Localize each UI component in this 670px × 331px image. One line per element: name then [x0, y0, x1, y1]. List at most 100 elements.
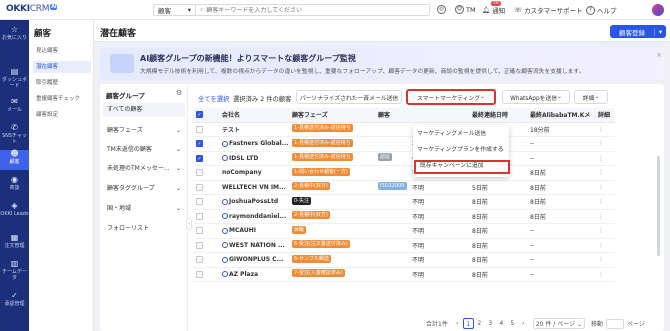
row-menu-icon[interactable]: ⋮ [595, 223, 615, 239]
col-company[interactable]: 会社名 [219, 108, 289, 123]
company-name[interactable]: WEST NATION ... [219, 238, 289, 253]
row-checkbox[interactable] [196, 198, 203, 206]
row-checkbox[interactable] [196, 241, 203, 249]
search-box[interactable]: ⌕ [195, 4, 430, 16]
table-row[interactable]: JoshuaPossLtd 0-失注 不明 8日前 8日前 ⋮ [193, 194, 615, 210]
table-row[interactable]: MCAUHI 休眠 不明 8日前 -- ⋮ [193, 223, 615, 239]
table-row[interactable]: raymonddaniel... 2-見積中(双方) 不明 8日前 8日前 ⋮ [193, 209, 615, 224]
row-checkbox[interactable] [196, 256, 203, 264]
personalized-mail-button[interactable]: パーソナライズされた一斉メール送信 [296, 90, 402, 104]
sidebar-item-prospects[interactable]: 見込顧客 [33, 45, 91, 57]
support-button[interactable]: ☏ カスタマーサポート [514, 5, 583, 15]
row-menu-icon[interactable]: ⋮ [595, 252, 615, 268]
table-row[interactable]: WELLTECH VN IM... 2-見積中(双方) ISO22000 不明 5日前 8… [193, 180, 615, 195]
row-checkbox[interactable] [196, 227, 203, 235]
company-name[interactable]: GIWONPLUS C... [219, 252, 289, 268]
group-tm-unprocessed[interactable]: 未処理のTMメッセー... ⌄ [103, 162, 185, 176]
prev-page-button[interactable]: ‹ [452, 318, 463, 329]
row-checkbox-cell[interactable] [193, 238, 219, 253]
nav-mail[interactable]: ✉ メール [0, 98, 29, 118]
group-follow[interactable]: フォローリスト [103, 222, 185, 236]
row-checkbox-cell[interactable] [193, 122, 219, 137]
nav-team-data[interactable]: ▥ チームデータ [0, 260, 29, 286]
col-detail[interactable]: 詳細 [595, 108, 615, 123]
menu-item-create-plan[interactable]: マーケティングプランを作成する [413, 144, 509, 157]
select-all-checkbox[interactable]: ✓ [196, 111, 203, 119]
menu-item-add-campaign[interactable]: 既存キャンペーンに追加 [414, 160, 510, 174]
page-3[interactable]: 3 [485, 318, 496, 329]
page-5[interactable]: 5 [507, 318, 518, 329]
row-checkbox-cell[interactable]: ✓ [193, 151, 219, 166]
table-row[interactable]: WEST NATION ... 6-受注(注文書送付済み) 不明 8日前 -- ⋮ [193, 238, 615, 253]
detail-button[interactable]: 詳細 ⌄ [574, 90, 608, 104]
gear-icon[interactable]: ⚙ [176, 89, 182, 97]
row-menu-icon[interactable]: ⋮ [595, 180, 615, 195]
chevron-down-icon[interactable]: ▾ [654, 27, 666, 36]
table-row[interactable]: GIWONPLUS C... 5-サンプル郵送 不明 8日前 -- ⋮ [193, 252, 615, 268]
row-checkbox[interactable] [196, 270, 203, 278]
company-name[interactable]: noCompany [219, 165, 289, 181]
row-checkbox-cell[interactable] [193, 209, 219, 224]
col-last-contact[interactable]: 最終連絡日時 [469, 108, 527, 123]
close-icon[interactable]: × [656, 51, 662, 59]
register-customer-button[interactable]: 顧客登録 ▾ [610, 25, 666, 38]
smart-marketing-button[interactable]: スマートマーケティング ⌄ [406, 89, 496, 105]
sidebar-item-settings[interactable]: 顧客設定 [33, 109, 91, 121]
nav-dashboard[interactable]: ▤ ダッシュボード [0, 68, 29, 90]
group-all[interactable]: すべての顧客 [103, 103, 185, 117]
nav-favorites[interactable]: ☆ お気に入り [0, 26, 29, 48]
nav-okki-leads[interactable]: ◈ OKKI Leads [0, 202, 29, 228]
company-name[interactable]: JoshuaPossLtd [219, 194, 289, 210]
company-name[interactable]: MCAUHI [219, 223, 289, 239]
table-scrollbar[interactable] [657, 156, 660, 256]
whatsapp-button[interactable]: WhatsAppを送信 ⌄ [502, 90, 570, 104]
goto-input[interactable] [606, 318, 625, 329]
next-page-button[interactable]: › [518, 318, 529, 329]
table-row[interactable]: テスト1-見積送付済み-返信待ち18分前18分前⋮ [193, 122, 615, 137]
company-name[interactable]: テスト [219, 122, 289, 137]
row-menu-icon[interactable]: ⋮ [595, 267, 615, 282]
search-input[interactable] [206, 6, 407, 14]
company-name[interactable]: raymonddaniel... [219, 209, 289, 224]
tm-button[interactable]: ☺ TM [455, 5, 476, 14]
menu-item-send-mail[interactable]: マーケティングメール送信 [413, 128, 509, 141]
row-checkbox[interactable]: ✓ [196, 140, 203, 148]
row-menu-icon[interactable]: ⋮ [595, 209, 615, 224]
logo[interactable]: OKKICRM AI [6, 4, 58, 14]
col-alibaba[interactable]: 最終AlibabaTM.Kメ [527, 108, 595, 123]
search-scope-select[interactable]: 顧客 ▾ [153, 4, 195, 16]
row-menu-icon[interactable]: ⋮ [595, 238, 615, 253]
per-page-select[interactable]: 20 件 / ページ ⌄ [532, 318, 586, 329]
row-checkbox-cell[interactable]: ✓ [193, 136, 219, 152]
nav-sns-chat[interactable]: ✆ SNSチャット [0, 124, 29, 146]
help-button[interactable]: ? ヘルプ [586, 5, 617, 15]
nav-order[interactable]: ▦ 注文管理 [0, 234, 29, 256]
row-checkbox-cell[interactable] [193, 165, 219, 181]
nav-deal[interactable]: ◉ 商談 [0, 176, 29, 196]
row-checkbox-cell[interactable] [193, 180, 219, 195]
row-checkbox[interactable]: ✓ [196, 154, 203, 162]
sidebar-item-duplicates[interactable]: 重複顧客チェック [33, 93, 91, 105]
col-phase[interactable]: 顧客フェーズ [289, 108, 375, 123]
company-name[interactable]: AZ Plaza [219, 267, 289, 282]
row-menu-icon[interactable]: ⋮ [595, 151, 615, 166]
group-tag[interactable]: 顧客タググループ ⌄ [103, 182, 185, 196]
company-name[interactable]: Fastners Global... [219, 136, 289, 152]
nav-approval[interactable]: ✓ 承認管理 [0, 292, 29, 314]
group-country[interactable]: 国・地域 ⌄ [103, 202, 185, 216]
table-row[interactable]: ✓Fastners Global...1-見積送付済み-返信待ち不明1日前--⋮ [193, 136, 615, 152]
table-row[interactable]: AZ Plaza 7-受注(入金確認済み) 不明 8日前 -- ⋮ [193, 267, 615, 282]
col-customer[interactable]: 顧客 [375, 108, 409, 123]
row-checkbox-cell[interactable] [193, 252, 219, 268]
row-menu-icon[interactable]: ⋮ [595, 136, 615, 152]
select-all-link[interactable]: 全てを選択 [198, 92, 229, 104]
row-menu-icon[interactable]: ⋮ [595, 165, 615, 181]
collapse-handle[interactable]: ‹ [186, 218, 192, 230]
company-name[interactable]: IDSL LTD [219, 151, 289, 166]
row-checkbox-cell[interactable] [193, 267, 219, 282]
group-phase[interactable]: 顧客フェーズ ⌄ [103, 124, 185, 138]
table-row[interactable]: noCompany1-問い合わせ顧客(一方)不明3日前8日前⋮ [193, 165, 615, 181]
row-checkbox[interactable] [196, 125, 203, 133]
row-menu-icon[interactable]: ⋮ [595, 194, 615, 210]
group-tm-unreplied[interactable]: TM未返信の顧客 ⌄ [103, 143, 185, 157]
